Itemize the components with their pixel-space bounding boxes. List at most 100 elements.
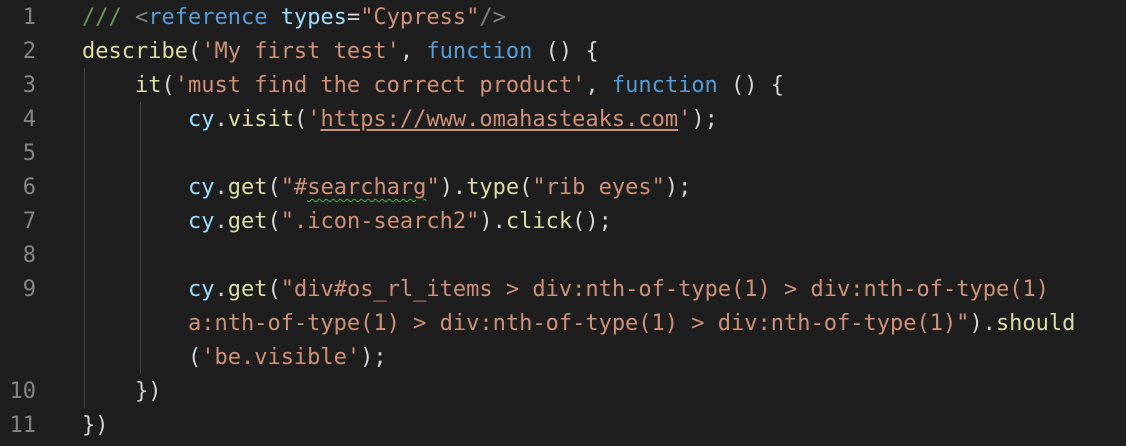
line-number: 11 <box>9 413 37 438</box>
code-token: . <box>214 107 228 132</box>
code-line[interactable]: 2 describe('My first test', function () { <box>0 35 1126 69</box>
code-line[interactable]: 9 cy.get("div#os_rl_items > div:nth-of-t… <box>0 273 1126 307</box>
code-line[interactable]: 1 /// <reference types="Cypress"/> <box>0 1 1126 35</box>
code-token: ( <box>293 107 308 132</box>
code-token: https://www.omahasteaks.com <box>320 107 679 132</box>
code-token: types <box>280 5 347 30</box>
line-number: 10 <box>9 379 37 404</box>
code-token: ' <box>307 107 321 132</box>
code-token: , <box>399 39 427 64</box>
line-code: }) <box>82 375 162 409</box>
line-code: cy.visit('https://www.omahasteaks.com'); <box>82 103 718 137</box>
code-token: }) <box>82 379 162 404</box>
code-token: searcharg <box>307 175 427 200</box>
line-number: 7 <box>22 209 36 234</box>
code-token: ".icon-search2" <box>280 209 480 234</box>
code-token: get <box>227 175 268 200</box>
code-token: visit <box>227 107 294 132</box>
code-token: ). <box>479 209 506 234</box>
line-number: 6 <box>22 175 36 200</box>
line-code: cy.get(".icon-search2").click(); <box>82 205 612 239</box>
code-line[interactable]: 5 <box>0 137 1126 171</box>
code-token: "rib eyes" <box>532 175 665 200</box>
line-code: a:nth-of-type(1) > div:nth-of-type(1) > … <box>82 307 1075 341</box>
code-line[interactable]: 3 it('must find the correct product', fu… <box>0 69 1126 103</box>
code-token: function <box>426 39 533 64</box>
code-token: < <box>134 5 149 30</box>
code-line[interactable]: ('be.visible'); <box>0 341 1126 375</box>
code-token: = <box>346 5 361 30</box>
code-token: "Cypress" <box>360 5 480 30</box>
code-token: ( <box>161 73 175 98</box>
code-token: ( <box>187 345 202 370</box>
code-token: . <box>214 209 228 234</box>
code-token: ). <box>439 175 467 200</box>
code-token: cy <box>187 209 215 234</box>
code-token: ( <box>267 209 281 234</box>
line-number: 2 <box>22 39 36 64</box>
code-line[interactable]: a:nth-of-type(1) > div:nth-of-type(1) > … <box>0 307 1126 341</box>
code-token: (); <box>572 209 612 234</box>
code-token: "div#os_rl_items > div:nth-of-type(1) > … <box>280 277 1049 302</box>
code-token: /// <box>82 5 135 30</box>
code-token: 'be.visible' <box>201 345 361 370</box>
code-token: /> <box>479 5 506 30</box>
code-token: " <box>426 175 440 200</box>
code-token: cy <box>187 175 215 200</box>
line-number: 1 <box>22 5 36 30</box>
code-token: 'My first test' <box>201 39 400 64</box>
line-number: 5 <box>22 141 36 166</box>
line-number: 4 <box>22 107 36 132</box>
line-code: /// <reference types="Cypress"/> <box>82 1 506 35</box>
code-token: "# <box>280 175 308 200</box>
code-token: ( <box>187 39 202 64</box>
code-line[interactable]: 10 }) <box>0 375 1126 409</box>
line-code: cy.get("div#os_rl_items > div:nth-of-typ… <box>82 273 1049 307</box>
code-token: click <box>505 209 573 234</box>
code-token: ); <box>360 345 387 370</box>
code-token: ' <box>678 107 692 132</box>
code-token: a:nth-of-type(1) > div:nth-of-type(1) > … <box>187 311 970 336</box>
code-line[interactable]: 6 cy.get("#searcharg").type("rib eyes"); <box>0 171 1126 205</box>
code-token: get <box>227 209 268 234</box>
code-token: should <box>995 311 1076 336</box>
code-token: reference <box>148 5 268 30</box>
code-token: , <box>585 73 612 98</box>
code-token: cy <box>187 107 215 132</box>
code-token: type <box>466 175 520 200</box>
code-token: ( <box>267 175 281 200</box>
line-code: it('must find the correct product', func… <box>82 69 784 103</box>
code-editor[interactable]: 1 /// <reference types="Cypress"/> 2 descri… <box>0 0 1126 446</box>
line-code: }) <box>82 409 109 443</box>
code-token: describe <box>82 39 188 64</box>
code-token: get <box>227 277 268 302</box>
line-number: 8 <box>22 243 36 268</box>
code-token: it <box>134 73 162 98</box>
code-line[interactable]: 4 cy.visit('https://www.omahasteaks.com'… <box>0 103 1126 137</box>
code-token: () { <box>717 73 785 98</box>
code-token: ); <box>691 107 718 132</box>
code-token: ); <box>664 175 692 200</box>
code-token: ( <box>267 277 281 302</box>
code-token: 'must find the correct product' <box>174 73 586 98</box>
code-line[interactable]: 7 cy.get(".icon-search2").click(); <box>0 205 1126 239</box>
code-token: cy <box>187 277 215 302</box>
code-token: . <box>214 277 228 302</box>
code-token: }) <box>82 413 109 438</box>
code-token: () { <box>532 39 599 64</box>
line-number: 9 <box>22 277 36 302</box>
line-number: 3 <box>22 73 36 98</box>
line-code: ('be.visible'); <box>82 341 387 375</box>
code-token: ). <box>969 311 996 336</box>
code-line[interactable]: 8 <box>0 239 1126 273</box>
line-code: cy.get("#searcharg").type("rib eyes"); <box>82 171 691 205</box>
code-line[interactable]: 11}) <box>0 409 1126 443</box>
